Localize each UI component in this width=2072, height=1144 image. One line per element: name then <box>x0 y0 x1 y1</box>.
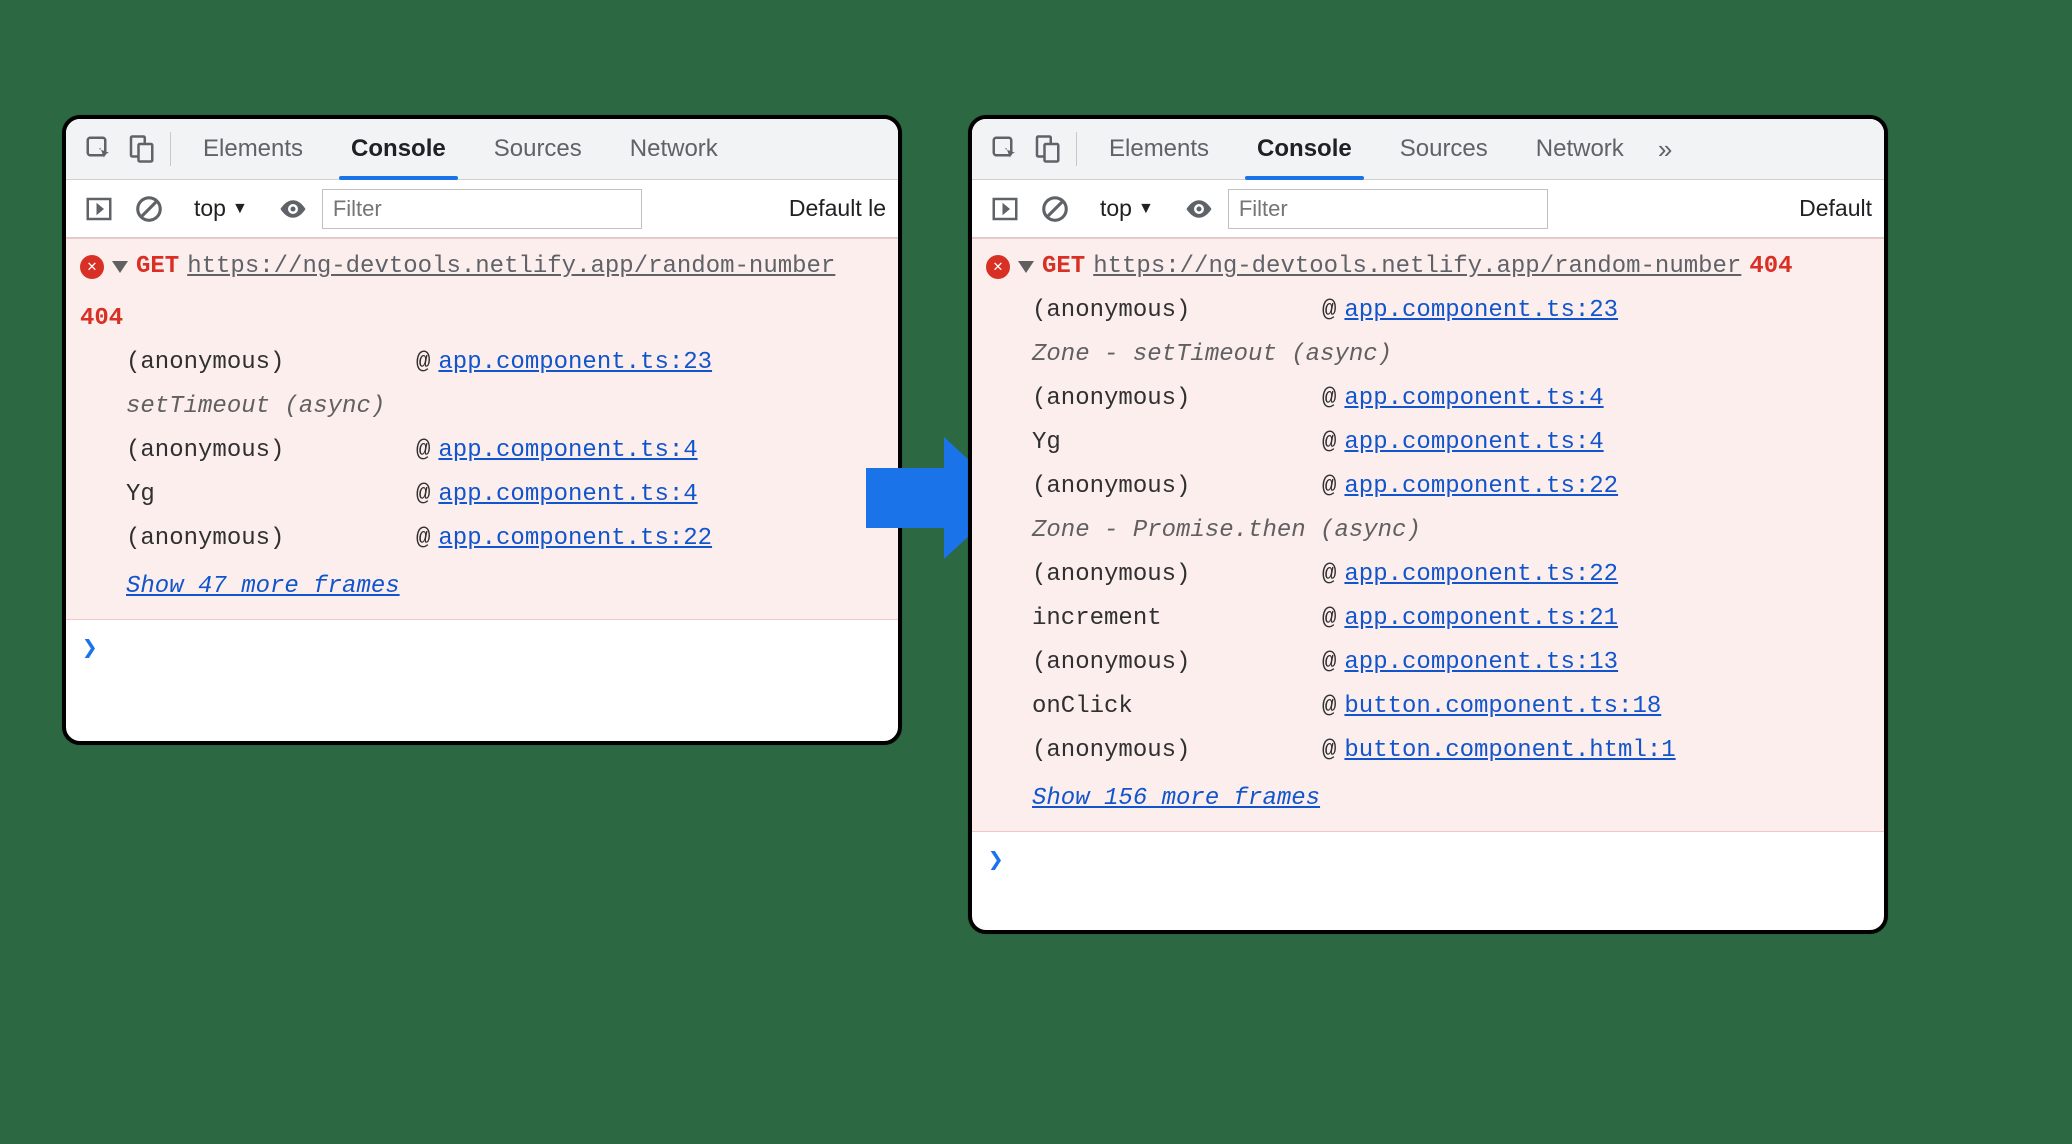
divider <box>1076 132 1077 166</box>
async-boundary: Zone - Promise.then (async) <box>1032 509 1870 553</box>
dropdown-icon: ▼ <box>232 200 248 218</box>
clear-console-icon[interactable] <box>1034 188 1076 230</box>
source-link[interactable]: app.component.ts:22 <box>1344 465 1618 509</box>
stack-frame: (anonymous)@app.component.ts:22 <box>1032 465 1870 509</box>
source-link[interactable]: app.component.ts:23 <box>438 341 712 385</box>
http-status: 404 <box>80 297 123 341</box>
log-levels[interactable]: Default le <box>789 195 886 222</box>
tab-strip: Elements Console Sources Network » <box>972 119 1884 180</box>
stack-frame: increment@app.component.ts:21 <box>1032 597 1870 641</box>
source-link[interactable]: app.component.ts:23 <box>1344 289 1618 333</box>
show-more-frames[interactable]: Show 47 more frames <box>126 561 884 609</box>
divider <box>170 132 171 166</box>
stack-frame: Yg@app.component.ts:4 <box>1032 421 1870 465</box>
source-link[interactable]: button.component.html:1 <box>1344 729 1675 773</box>
expand-caret-icon[interactable] <box>112 261 128 273</box>
sidebar-toggle-icon[interactable] <box>984 188 1026 230</box>
stack-trace: (anonymous)@app.component.ts:23 setTimeo… <box>126 341 884 561</box>
log-levels[interactable]: Default <box>1799 195 1872 222</box>
filter-input[interactable] <box>1228 189 1548 229</box>
stack-frame: (anonymous)@app.component.ts:22 <box>126 517 884 561</box>
source-link[interactable]: app.component.ts:22 <box>438 517 712 561</box>
source-link[interactable]: app.component.ts:22 <box>1344 553 1618 597</box>
source-link[interactable]: app.component.ts:21 <box>1344 597 1618 641</box>
error-entry[interactable]: ✕ GET https://ng-devtools.netlify.app/ra… <box>972 238 1884 832</box>
device-icon[interactable] <box>1026 128 1068 170</box>
source-link[interactable]: app.component.ts:4 <box>1344 421 1603 465</box>
source-link[interactable]: button.component.ts:18 <box>1344 685 1661 729</box>
devtools-panel-after: Elements Console Sources Network » top ▼… <box>968 115 1888 934</box>
sidebar-toggle-icon[interactable] <box>78 188 120 230</box>
expand-caret-icon[interactable] <box>1018 261 1034 273</box>
dropdown-icon: ▼ <box>1138 200 1154 218</box>
request-url[interactable]: https://ng-devtools.netlify.app/random-n… <box>1093 245 1741 289</box>
console-toolbar: top ▼ Default <box>972 180 1884 238</box>
device-icon[interactable] <box>120 128 162 170</box>
clear-console-icon[interactable] <box>128 188 170 230</box>
source-link[interactable]: app.component.ts:4 <box>438 429 697 473</box>
devtools-panel-before: Elements Console Sources Network top ▼ D… <box>62 115 902 745</box>
live-expression-icon[interactable] <box>1178 188 1220 230</box>
stack-frame: (anonymous)@app.component.ts:23 <box>1032 289 1870 333</box>
console-output: ✕ GET https://ng-devtools.netlify.app/ra… <box>972 238 1884 888</box>
stack-frame: (anonymous)@app.component.ts:4 <box>1032 377 1870 421</box>
async-boundary: setTimeout (async) <box>126 385 884 429</box>
tab-sources[interactable]: Sources <box>470 119 606 179</box>
context-label: top <box>1100 195 1132 222</box>
error-entry[interactable]: ✕ GET https://ng-devtools.netlify.app/ra… <box>66 238 898 620</box>
error-icon: ✕ <box>80 255 104 279</box>
context-selector[interactable]: top ▼ <box>186 191 256 226</box>
error-icon: ✕ <box>986 255 1010 279</box>
tab-network[interactable]: Network <box>606 119 742 179</box>
context-label: top <box>194 195 226 222</box>
http-status: 404 <box>1749 245 1792 289</box>
console-prompt[interactable]: ❯ <box>972 832 1884 888</box>
console-toolbar: top ▼ Default le <box>66 180 898 238</box>
request-url[interactable]: https://ng-devtools.netlify.app/random-n… <box>187 245 835 289</box>
tab-sources[interactable]: Sources <box>1376 119 1512 179</box>
stack-frame: (anonymous)@app.component.ts:4 <box>126 429 884 473</box>
stack-frame: Yg@app.component.ts:4 <box>126 473 884 517</box>
stack-trace: (anonymous)@app.component.ts:23 Zone - s… <box>1032 289 1870 773</box>
http-method: GET <box>1042 245 1085 289</box>
show-more-frames[interactable]: Show 156 more frames <box>1032 773 1870 821</box>
console-output: ✕ GET https://ng-devtools.netlify.app/ra… <box>66 238 898 676</box>
http-method: GET <box>136 245 179 289</box>
tab-strip: Elements Console Sources Network <box>66 119 898 180</box>
inspect-icon[interactable] <box>78 128 120 170</box>
inspect-icon[interactable] <box>984 128 1026 170</box>
tab-console[interactable]: Console <box>327 119 470 179</box>
stack-frame: (anonymous)@app.component.ts:13 <box>1032 641 1870 685</box>
console-prompt[interactable]: ❯ <box>66 620 898 676</box>
filter-input[interactable] <box>322 189 642 229</box>
stack-frame: (anonymous)@app.component.ts:22 <box>1032 553 1870 597</box>
context-selector[interactable]: top ▼ <box>1092 191 1162 226</box>
stack-frame: (anonymous)@button.component.html:1 <box>1032 729 1870 773</box>
more-tabs-icon[interactable]: » <box>1648 134 1682 165</box>
tab-console[interactable]: Console <box>1233 119 1376 179</box>
tab-elements[interactable]: Elements <box>179 119 327 179</box>
tab-elements[interactable]: Elements <box>1085 119 1233 179</box>
source-link[interactable]: app.component.ts:4 <box>438 473 697 517</box>
live-expression-icon[interactable] <box>272 188 314 230</box>
stack-frame: (anonymous)@app.component.ts:23 <box>126 341 884 385</box>
tab-network[interactable]: Network <box>1512 119 1648 179</box>
stack-frame: onClick@button.component.ts:18 <box>1032 685 1870 729</box>
source-link[interactable]: app.component.ts:4 <box>1344 377 1603 421</box>
source-link[interactable]: app.component.ts:13 <box>1344 641 1618 685</box>
async-boundary: Zone - setTimeout (async) <box>1032 333 1870 377</box>
